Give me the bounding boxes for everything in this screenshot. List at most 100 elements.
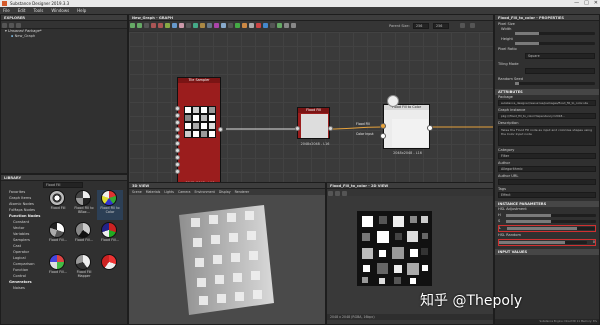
node-preview-bubble[interactable] [387, 95, 399, 107]
node-input-port[interactable] [175, 113, 180, 118]
tool-icon[interactable] [263, 23, 268, 28]
node-input-port[interactable] [380, 133, 386, 139]
hsl-random-slider[interactable] [499, 241, 587, 244]
node-output-port[interactable] [427, 125, 433, 131]
close-button[interactable]: ✕ [594, 0, 598, 7]
graph-instance-field[interactable]: pkg:///flood_fill_to_color?dependency=20… [498, 113, 596, 119]
tool-icon[interactable] [186, 23, 191, 28]
node-input-port[interactable] [175, 155, 180, 160]
new-package-icon[interactable] [2, 23, 7, 28]
tool-icon[interactable] [277, 23, 282, 28]
menu-tools[interactable]: Tools [33, 7, 43, 14]
tiling-mode-dropdown[interactable] [525, 68, 595, 74]
node-input-port[interactable] [175, 120, 180, 125]
thumb-item-selected[interactable]: Flood Fill to Color [97, 190, 123, 220]
save-icon[interactable] [16, 23, 21, 28]
thumb-item[interactable]: Flood Fill... [45, 222, 71, 252]
graph-canvas[interactable]: Tile Sampler 2048x2048 - L16 [129, 32, 493, 187]
tool-icon[interactable] [200, 23, 205, 28]
node-flood-fill-to-color[interactable]: Flood Fill to Color Flood Fill Color Inp… [356, 104, 433, 155]
tool-icon[interactable] [228, 23, 233, 28]
tool-icon[interactable] [335, 191, 340, 196]
input-values-header[interactable]: INPUT VALUES [495, 249, 599, 255]
tool-icon[interactable] [151, 23, 156, 28]
pixel-ratio-dropdown[interactable]: Square [525, 53, 595, 59]
description-field[interactable]: Takes the Flood Fill node as input and c… [498, 126, 596, 146]
tool-icon[interactable] [207, 23, 212, 28]
node-tile-sampler[interactable]: Tile Sampler 2048x2048 - L16 [175, 77, 223, 187]
thumb-item[interactable]: Flood Fill Mapper [71, 254, 97, 284]
lib-cat-noises[interactable]: Noises [1, 285, 41, 291]
properties-tab[interactable]: Flood_Fill_to_color - PROPERTIES [495, 15, 599, 21]
random-seed-slider[interactable] [515, 82, 595, 85]
tool-icon[interactable] [235, 23, 240, 28]
menu-materials[interactable]: Materials [146, 189, 161, 195]
hsl-h-slider[interactable] [506, 214, 596, 217]
tool-icon[interactable] [249, 23, 254, 28]
3d-viewport-mesh[interactable] [169, 203, 289, 318]
node-input-port[interactable] [295, 126, 300, 131]
minimize-button[interactable]: — [574, 0, 579, 7]
node-input-port[interactable] [175, 141, 180, 146]
size-dropdown-2[interactable]: 256 [433, 23, 449, 29]
menu-lights[interactable]: Lights [164, 189, 174, 195]
open-icon[interactable] [9, 23, 14, 28]
menu-file[interactable]: File [3, 7, 10, 14]
tool-icon[interactable] [221, 23, 226, 28]
library-search-input[interactable]: Flood Fill [43, 182, 83, 188]
node-input-port[interactable] [175, 148, 180, 153]
tool-icon[interactable] [130, 23, 135, 28]
tool-icon[interactable] [214, 23, 219, 28]
graph-lock-icon[interactable] [470, 23, 475, 28]
node-output-port[interactable] [328, 126, 333, 131]
author-url-field[interactable] [498, 179, 596, 185]
node-input-port[interactable] [175, 162, 180, 167]
hsl-l-slider[interactable] [507, 227, 595, 230]
package-field[interactable]: substance_designer/resources/packages/fl… [498, 100, 596, 106]
tool-icon[interactable] [193, 23, 198, 28]
menu-scene[interactable]: Scene [132, 189, 142, 195]
tool-icon[interactable] [342, 191, 347, 196]
tags-field[interactable]: Effect [498, 192, 596, 198]
menu-environment[interactable]: Environment [194, 189, 214, 195]
tool-icon[interactable] [270, 23, 275, 28]
thumb-item[interactable]: Flood Fill... [71, 222, 97, 252]
maximize-button[interactable]: □ [584, 0, 589, 7]
graph-settings-icon[interactable] [460, 23, 465, 28]
menu-display[interactable]: Display [219, 189, 231, 195]
width-slider[interactable] [515, 32, 595, 35]
menu-help[interactable]: Help [77, 7, 86, 14]
tool-icon[interactable] [328, 191, 333, 196]
tool-icon[interactable] [179, 23, 184, 28]
menu-edit[interactable]: Edit [18, 7, 26, 14]
thumb-item[interactable] [97, 254, 123, 284]
node-output-port[interactable] [218, 127, 223, 132]
thumb-item[interactable]: Flood Fill [45, 190, 71, 220]
node-input-port[interactable] [175, 106, 180, 111]
size-dropdown-1[interactable]: 256 [413, 23, 429, 29]
tool-icon[interactable] [158, 23, 163, 28]
hsl-s-slider[interactable] [506, 220, 596, 223]
menu-windows[interactable]: Windows [51, 7, 69, 14]
node-input-port[interactable] [175, 169, 180, 174]
thumb-item[interactable]: Flood Fill to BBox... [71, 190, 97, 220]
tool-icon[interactable] [144, 23, 149, 28]
tool-icon[interactable] [172, 23, 177, 28]
tool-icon[interactable] [284, 23, 289, 28]
node-flood-fill[interactable]: Flood Fill 2048x2048 - L16 [295, 107, 333, 146]
menu-renderer[interactable]: Renderer [235, 189, 250, 195]
author-field[interactable]: Allegorithmic [498, 166, 596, 172]
thumb-item[interactable]: Flood Fill... [97, 222, 123, 252]
tool-icon[interactable] [291, 23, 296, 28]
category-field[interactable]: Filter [498, 153, 596, 159]
2d-preview-image[interactable] [357, 211, 432, 286]
tool-icon[interactable] [256, 23, 261, 28]
tool-icon[interactable] [242, 23, 247, 28]
thumb-item[interactable]: Flood Fill... [45, 254, 71, 284]
node-input-port[interactable] [380, 123, 386, 129]
node-input-port[interactable] [175, 134, 180, 139]
tool-icon[interactable] [165, 23, 170, 28]
node-input-port[interactable] [175, 127, 180, 132]
tool-icon[interactable] [137, 23, 142, 28]
menu-camera[interactable]: Camera [178, 189, 191, 195]
